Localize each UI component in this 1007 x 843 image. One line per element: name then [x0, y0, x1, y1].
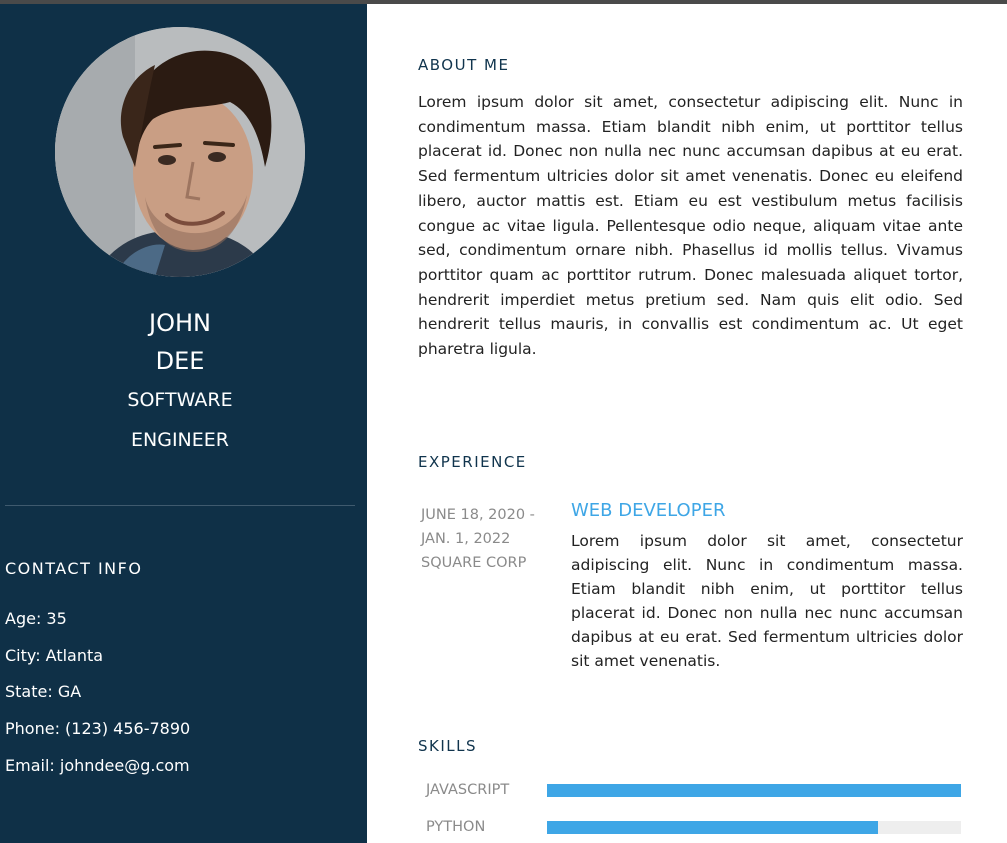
about-heading: ABOUT ME	[418, 56, 510, 74]
sidebar-divider	[5, 505, 355, 506]
skills-heading: SKILLS	[418, 737, 478, 755]
about-text: Lorem ipsum dolor sit amet, consectetur …	[418, 93, 963, 359]
avatar	[55, 27, 305, 277]
profile-role-line2: ENGINEER	[131, 429, 229, 451]
contact-item-city: City: Atlanta	[5, 646, 104, 665]
skill-label-javascript: JAVASCRIPT	[426, 782, 510, 798]
profile-first-name: JOHN	[149, 309, 211, 337]
experience-date-end: JAN. 1, 2022	[421, 531, 511, 547]
experience-heading: EXPERIENCE	[418, 453, 527, 471]
contact-item-phone: Phone: (123) 456-7890	[5, 719, 191, 738]
experience-description: Lorem ipsum dolor sit amet, consectetur …	[571, 532, 963, 671]
experience-company: SQUARE CORP	[421, 555, 527, 571]
contact-heading: CONTACT INFO	[5, 559, 143, 578]
profile-role-line1: SOFTWARE	[127, 389, 233, 411]
main-content: ABOUT ME Lorem ipsum dolor sit amet, con…	[367, 4, 1007, 843]
skill-bar-javascript	[547, 784, 961, 797]
experience-title: WEB DEVELOPER	[571, 500, 726, 521]
experience-date-start: JUNE 18, 2020 -	[421, 507, 535, 523]
contact-item-state: State: GA	[5, 682, 82, 701]
skill-fill-javascript	[547, 784, 961, 797]
skill-bar-python	[547, 821, 961, 834]
skill-label-python: PYTHON	[426, 819, 486, 835]
skill-fill-python	[547, 821, 879, 834]
sidebar: JOHN DEE SOFTWARE ENGINEER CONTACT INFO …	[0, 4, 367, 843]
contact-item-email: Email: johndee@g.com	[5, 756, 190, 775]
profile-last-name: DEE	[155, 347, 205, 375]
contact-item-age: Age: 35	[5, 609, 67, 628]
